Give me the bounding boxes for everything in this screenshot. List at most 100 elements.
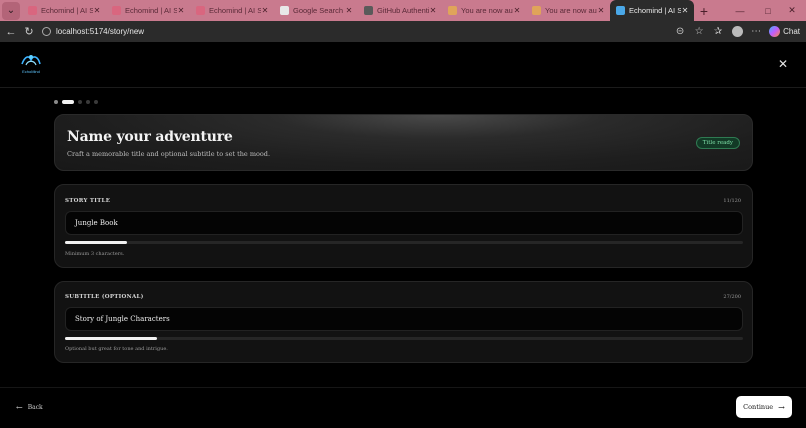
story-title-value: Jungle Book: [75, 219, 118, 227]
back-nav-button[interactable]: ←: [2, 23, 20, 41]
arrow-right-icon: →: [778, 402, 785, 412]
tab-title: Echomind | AI Story: [209, 6, 261, 15]
wizard-footer: ← Back Continue →: [0, 387, 806, 428]
favicon-icon: [28, 6, 37, 15]
subtitle-hint: Optional but great for tone and intrigue…: [65, 346, 168, 352]
step-dot: [86, 100, 90, 104]
tab-title: Echomind | AI Story: [629, 6, 681, 15]
favicon-icon: [448, 6, 457, 15]
page-subtitle: Craft a memorable title and optional sub…: [67, 150, 271, 158]
story-title-length-bar: [65, 241, 743, 244]
tab-title: Echomind | AI Story: [125, 6, 177, 15]
profile-button[interactable]: [728, 23, 746, 41]
close-window-button[interactable]: ✕: [778, 0, 806, 21]
star-icon: ☆: [694, 26, 704, 37]
browser-tab[interactable]: Echomind | AI Story✕: [190, 0, 274, 21]
back-label: Back: [27, 404, 43, 411]
step-dot: [62, 100, 74, 104]
step-dot: [54, 100, 58, 104]
browser-tab[interactable]: You are now authe✕: [526, 0, 610, 21]
continue-button[interactable]: Continue →: [736, 396, 792, 418]
close-tab-icon[interactable]: ✕: [513, 6, 521, 15]
status-badge: Title ready: [695, 137, 740, 149]
echomind-logo[interactable]: EchoMind: [18, 52, 44, 76]
app-header: EchoMind ✕: [0, 42, 806, 88]
copilot-icon: [769, 26, 781, 37]
new-tab-button[interactable]: +: [694, 3, 714, 19]
close-tab-icon[interactable]: ✕: [429, 6, 437, 15]
zoom-icon: ⊝: [675, 26, 685, 37]
hero-banner: Name your adventure Craft a memorable ti…: [54, 114, 753, 171]
tab-title: GitHub Authenticat: [377, 6, 429, 15]
story-title-char-count: 11/120: [723, 198, 741, 204]
step-dot: [94, 100, 98, 104]
browser-tab[interactable]: Google Search - Su✕: [274, 0, 358, 21]
zoom-button[interactable]: ⊝: [671, 23, 689, 41]
arrow-left-icon: ←: [5, 25, 17, 38]
subtitle-label: SUBTITLE (OPTIONAL): [65, 294, 144, 300]
close-tab-icon[interactable]: ✕: [261, 6, 269, 15]
browser-tab[interactable]: Echomind | AI Story✕: [106, 0, 190, 21]
avatar: [731, 26, 743, 37]
favicon-icon: [280, 6, 289, 15]
reload-icon: ↻: [24, 26, 34, 38]
maximize-icon: □: [765, 5, 771, 16]
favorites-list-button[interactable]: ✰: [709, 23, 727, 41]
story-title-label: STORY TITLE: [65, 198, 111, 204]
close-tab-icon[interactable]: ✕: [177, 6, 185, 15]
chevron-down-icon: ⌄: [6, 5, 16, 16]
tab-title: Google Search - Su: [293, 6, 345, 15]
story-wizard: EchoMind ✕ Name your adventure Craft a m…: [0, 42, 806, 428]
arrow-left-icon: ←: [16, 403, 23, 412]
favicon-icon: [616, 6, 625, 15]
address-bar: ← ↻ localhost:5174/story/new ⊝ ☆ ✰ ⋯ Cha…: [0, 21, 806, 42]
chat-label: Chat: [783, 27, 800, 36]
page-title: Name your adventure: [67, 129, 233, 145]
browser-tab[interactable]: Echomind | AI Story✕: [610, 0, 694, 21]
close-icon: ✕: [777, 57, 788, 71]
continue-label: Continue: [743, 403, 774, 411]
logo-mark-icon: [21, 55, 41, 66]
subtitle-length-bar: [65, 337, 743, 340]
favorites-icon: ✰: [713, 26, 723, 37]
story-title-length-fill: [65, 241, 128, 244]
tab-actions-menu-button[interactable]: ⌄: [2, 1, 20, 20]
browser-tab-bar: ⌄ Echomind | AI Story✕Echomind | AI Stor…: [0, 0, 806, 21]
close-wizard-button[interactable]: ✕: [778, 57, 788, 71]
more-icon: ⋯: [751, 26, 762, 37]
minimize-button[interactable]: —: [726, 0, 754, 21]
browser-tab[interactable]: Echomind | AI Story✕: [22, 0, 106, 21]
reload-button[interactable]: ↻: [20, 23, 38, 41]
back-button[interactable]: ← Back: [16, 403, 43, 412]
close-tab-icon[interactable]: ✕: [93, 6, 101, 15]
url-field[interactable]: localhost:5174/story/new: [42, 27, 144, 36]
story-title-card: STORY TITLE 11/120 Jungle Book Minimum 3…: [54, 184, 753, 268]
subtitle-input[interactable]: Story of Jungle Characters: [65, 307, 743, 331]
more-menu-button[interactable]: ⋯: [747, 23, 765, 41]
favorite-button[interactable]: ☆: [690, 23, 708, 41]
subtitle-value: Story of Jungle Characters: [75, 315, 170, 323]
favicon-icon: [532, 6, 541, 15]
site-info-icon[interactable]: [42, 27, 51, 36]
tab-title: You are now authe: [461, 6, 513, 15]
favicon-icon: [196, 6, 205, 15]
browser-tab[interactable]: You are now authe✕: [442, 0, 526, 21]
tab-strip: Echomind | AI Story✕Echomind | AI Story✕…: [22, 0, 694, 21]
story-title-hint: Minimum 3 characters.: [65, 251, 125, 257]
subtitle-card: SUBTITLE (OPTIONAL) 27/200 Story of Jung…: [54, 281, 753, 363]
story-title-input[interactable]: Jungle Book: [65, 211, 743, 235]
close-tab-icon[interactable]: ✕: [681, 6, 689, 15]
browser-tab[interactable]: GitHub Authenticat✕: [358, 0, 442, 21]
favicon-icon: [364, 6, 373, 15]
step-dot: [78, 100, 82, 104]
minimize-icon: —: [735, 5, 745, 16]
url-text: localhost:5174/story/new: [56, 27, 145, 36]
tab-title: You are now authe: [545, 6, 597, 15]
logo-text: EchoMind: [22, 69, 40, 74]
close-icon: ✕: [788, 5, 796, 15]
copilot-chat-button[interactable]: Chat: [769, 26, 800, 37]
close-tab-icon[interactable]: ✕: [597, 6, 605, 15]
subtitle-char-count: 27/200: [723, 294, 741, 300]
subtitle-length-fill: [65, 337, 157, 340]
close-tab-icon[interactable]: ✕: [345, 6, 353, 15]
